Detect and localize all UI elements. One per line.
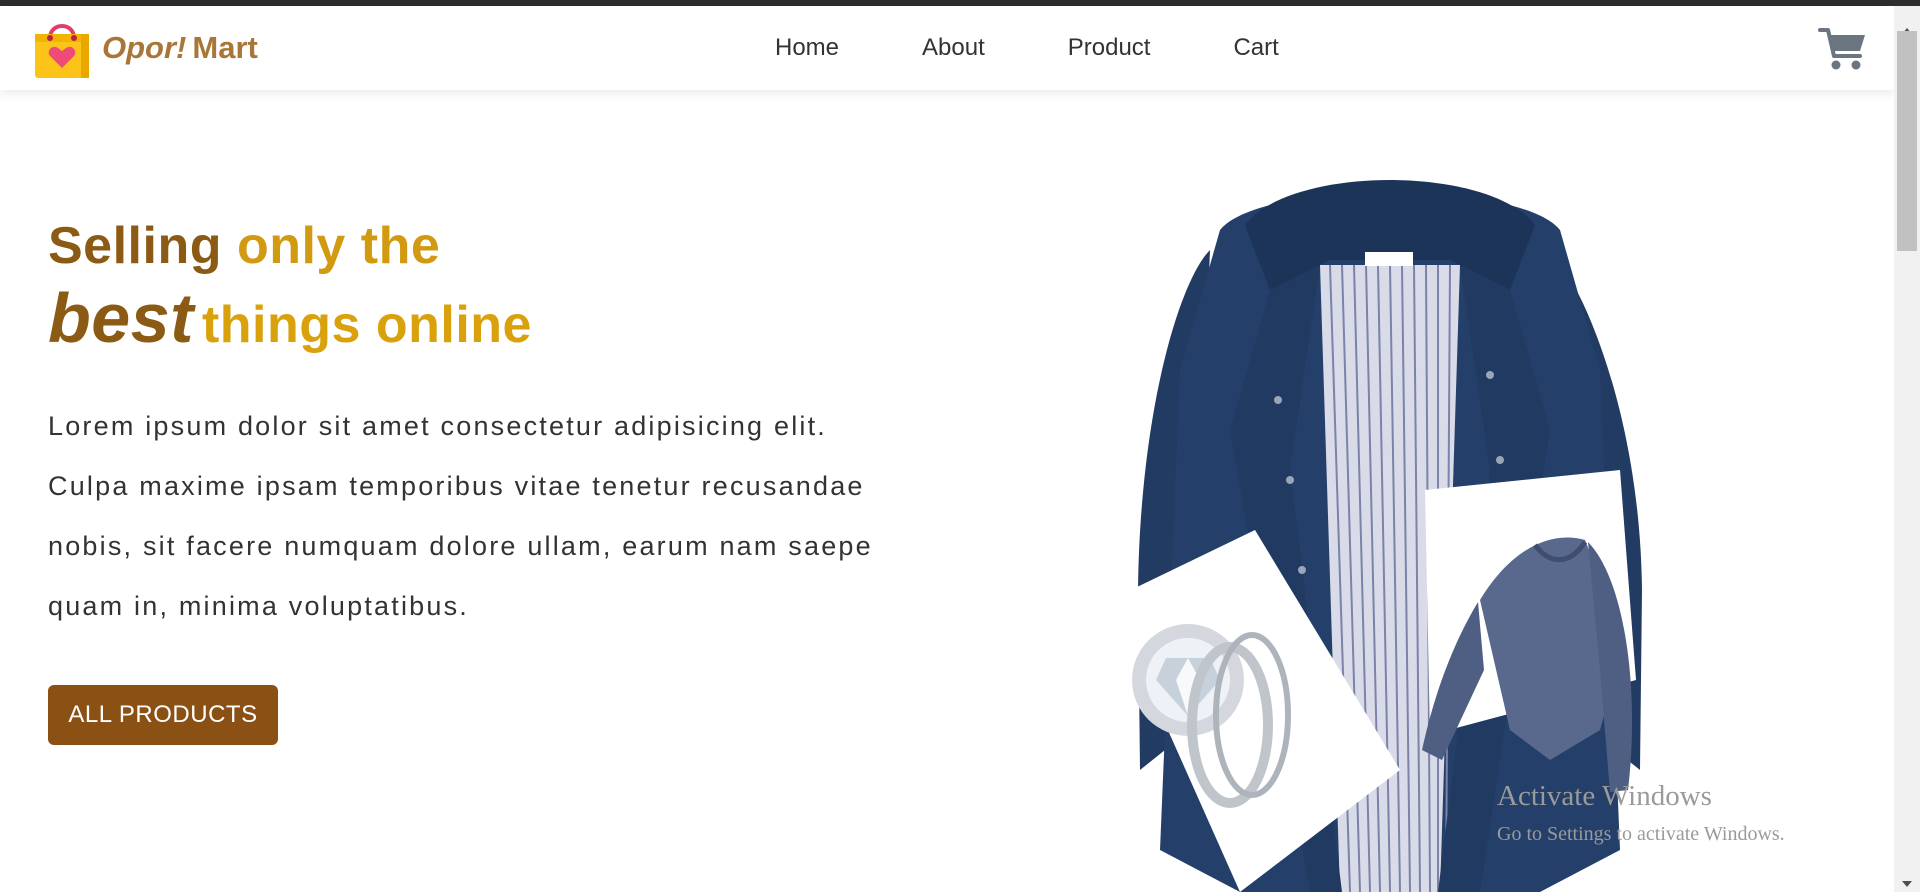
scrollbar-thumb[interactable] — [1897, 31, 1917, 251]
hero-title-selling: Selling — [48, 217, 222, 275]
hero-title-line-1: Selling only the — [48, 216, 532, 276]
brand[interactable]: Opor! Mart — [33, 16, 258, 80]
brand-name-italic: Opor! — [102, 30, 187, 65]
hero-description-line: nobis, sit facere numquam dolore ullam, … — [48, 531, 873, 561]
hero-description-line: quam in, minima voluptatibus. — [48, 591, 469, 621]
hero-title-best: best — [48, 279, 194, 357]
hero-title: Selling only the best things online — [48, 216, 532, 367]
navbar: Opor! Mart Home About Product Cart — [0, 6, 1894, 90]
hero-title-only-the: only the — [236, 217, 441, 275]
hero-description: Lorem ipsum dolor sit amet consectetur a… — [48, 396, 968, 636]
brand-name-plain: Mart — [192, 30, 258, 65]
nav-link-about[interactable]: About — [922, 34, 985, 62]
nav-link-home[interactable]: Home — [775, 34, 839, 62]
nav-link-cart[interactable]: Cart — [1233, 34, 1278, 62]
hero-title-things-online: things online — [201, 296, 532, 354]
hero-description-line: Culpa maxime ipsam temporibus vitae tene… — [48, 471, 865, 501]
page-scrollbar[interactable] — [1894, 6, 1920, 892]
all-products-button[interactable]: ALL PRODUCTS — [48, 685, 278, 745]
shopping-cart-icon — [1818, 28, 1865, 70]
watermark-title: Activate Windows — [1497, 780, 1712, 812]
watermark-subtitle: Go to Settings to activate Windows. — [1497, 823, 1785, 845]
brand-name: Opor! Mart — [102, 30, 258, 66]
windows-activation-watermark: Activate Windows Go to Settings to activ… — [1497, 780, 1785, 846]
hero-description-line: Lorem ipsum dolor sit amet consectetur a… — [48, 411, 827, 441]
shopping-bag-heart-icon — [35, 24, 89, 78]
scroll-down-arrow-icon[interactable] — [1902, 881, 1912, 887]
nav-link-product[interactable]: Product — [1068, 34, 1151, 62]
cart-button[interactable] — [1818, 26, 1868, 72]
main-nav: Home About Product Cart — [775, 6, 1279, 90]
hero-title-line-2: best things online — [48, 276, 532, 367]
